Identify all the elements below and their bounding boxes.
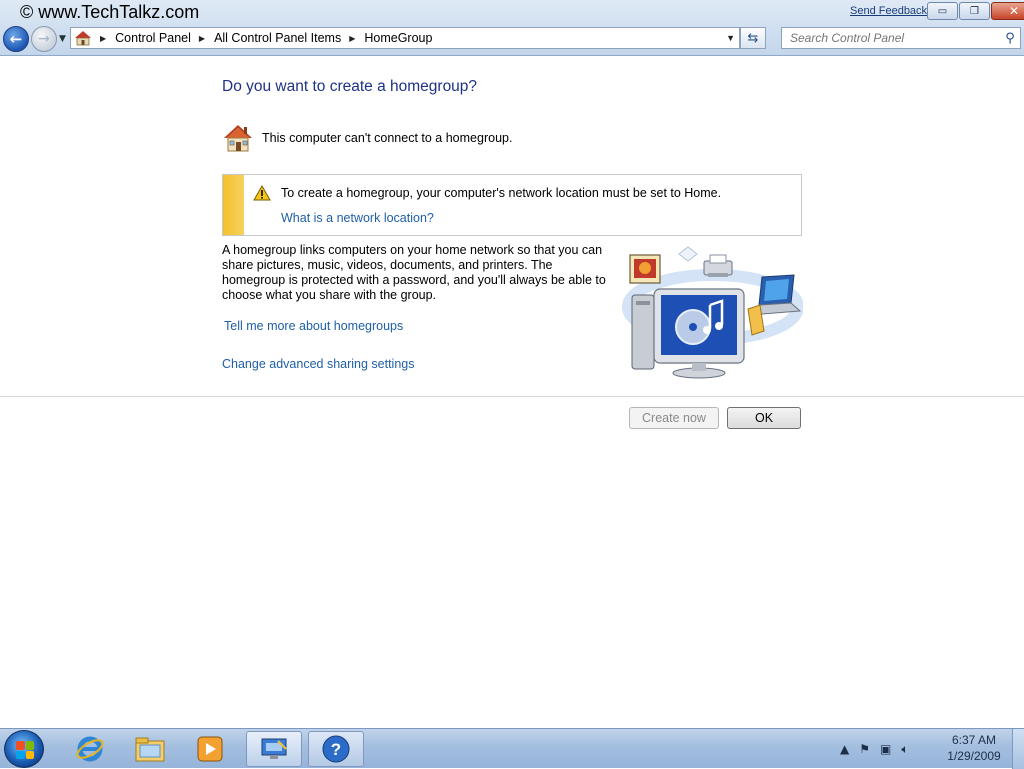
create-now-button[interactable]: Create now [629,407,719,429]
search-icon[interactable]: ⚲ [1000,31,1020,46]
warning-bar [223,175,244,235]
breadcrumb-all-items[interactable]: All Control Panel Items [214,31,341,45]
show-hidden-icons-icon[interactable]: ▲ [840,742,849,756]
media-player-icon[interactable] [182,731,238,767]
question-icon: ? [322,735,350,763]
homegroup-house-icon [224,125,252,152]
show-desktop-button[interactable] [1012,729,1024,769]
send-feedback-link[interactable]: Send Feedback [850,5,927,17]
address-bar[interactable]: ▶ Control Panel ▶ All Control Panel Item… [70,27,740,49]
breadcrumb-control-panel[interactable]: Control Panel [115,31,191,45]
svg-text:?: ? [331,740,341,759]
homegroup-window: © www.TechTalkz.com Send Feedback ▭ ❐ ✕ … [0,0,1024,728]
breadcrumb-homegroup[interactable]: HomeGroup [364,31,432,45]
ie-logo-icon [76,736,104,762]
ok-button[interactable]: OK [727,407,801,429]
action-center-flag-icon[interactable]: ⚑ [859,742,870,756]
help-icon[interactable]: ? [308,731,364,767]
volume-icon[interactable]: 🔈︎ [901,742,908,757]
windows-logo-icon [16,741,34,759]
recent-pages-dropdown[interactable]: ▼ [59,34,66,44]
tell-me-more-link[interactable]: Tell me more about homegroups [224,319,403,333]
notification-area: ▲ ⚑ ▣ 🔈︎ [840,729,919,769]
forward-button[interactable]: → [31,26,57,52]
network-location-link[interactable]: What is a network location? [281,211,434,225]
control-panel-monitor-icon [261,738,287,759]
advanced-sharing-link[interactable]: Change advanced sharing settings [222,357,415,371]
homegroup-description: A homegroup links computers on your home… [222,243,606,302]
back-button[interactable]: ← [3,26,29,52]
clock-time: 6:37 AM [951,733,997,747]
status-text: This computer can't connect to a homegro… [262,131,513,145]
watermark: © www.TechTalkz.com [20,2,200,22]
content-divider [0,396,1024,397]
restore-button[interactable]: ❐ [959,2,990,20]
refresh-icon: ⇆ [747,30,759,46]
chevron-right-icon: ▶ [198,33,206,43]
start-orb[interactable] [4,730,44,768]
warning-icon [253,185,271,201]
page-title: Do you want to create a homegroup? [222,78,478,95]
chevron-right-icon: ▶ [100,33,107,43]
refresh-button[interactable]: ⇆ [740,27,766,49]
search-box[interactable]: ⚲ [781,27,1021,49]
homegroup-illustration [622,246,803,379]
close-button[interactable]: ✕ [991,2,1024,20]
clock[interactable]: 6:37 AM 1/29/2009 [940,732,1008,764]
control-panel-icon [75,31,91,46]
main-content: Do you want to create a homegroup? This … [0,57,1024,728]
status-row: This computer can't connect to a homegro… [222,123,512,153]
minimize-button[interactable]: ▭ [927,2,958,20]
internet-explorer-icon[interactable] [62,731,118,767]
window-chrome: © www.TechTalkz.com Send Feedback ▭ ❐ ✕ … [0,0,1024,56]
caption-buttons: ▭ ❐ ✕ [926,2,1024,20]
play-icon [197,736,223,762]
windows-explorer-icon[interactable] [122,731,178,767]
network-location-notice: To create a homegroup, your computer's n… [222,174,802,236]
network-icon[interactable]: ▣ [880,742,891,756]
clock-date: 1/29/2009 [947,749,1001,763]
folder-icon [135,737,165,762]
notice-message: To create a homegroup, your computer's n… [281,186,722,200]
chevron-right-icon: ▶ [349,33,356,43]
search-input[interactable] [782,31,1000,45]
homegroup-icon[interactable] [246,731,302,767]
taskbar: ? ▲ ⚑ ▣ 🔈︎ 6:37 AM 1/29/2009 [0,728,1024,769]
chevron-down-icon[interactable]: ▼ [726,33,735,43]
